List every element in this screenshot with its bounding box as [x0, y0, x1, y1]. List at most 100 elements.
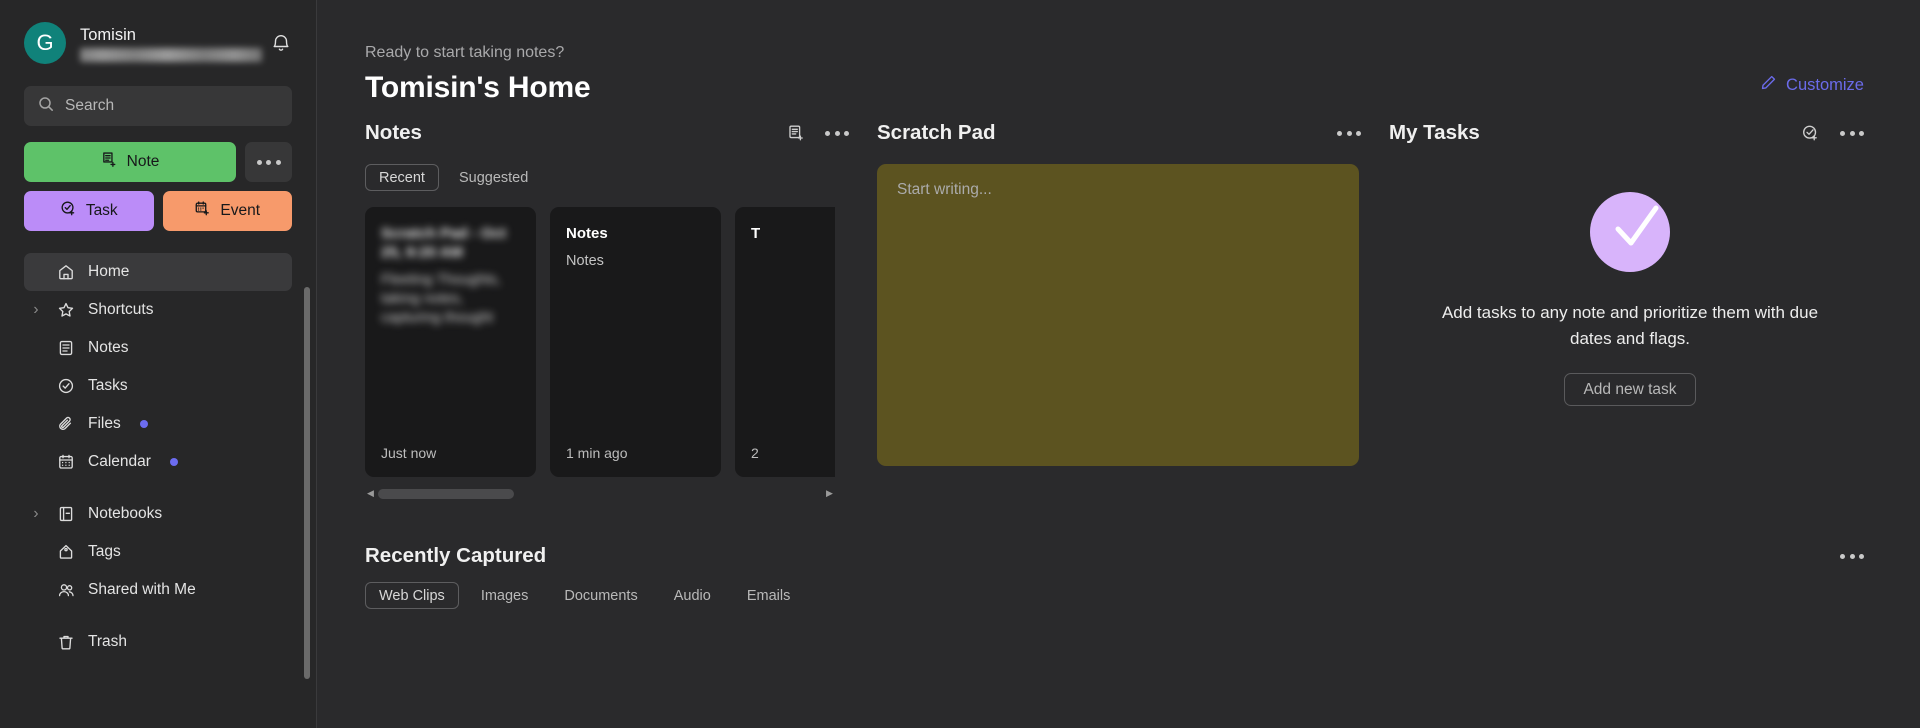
add-new-task-button[interactable]: Add new task	[1564, 373, 1696, 406]
sidebar-item-label: Shared with Me	[88, 581, 196, 598]
sidebar-item-label: Files	[88, 415, 121, 432]
unread-dot	[139, 420, 148, 428]
search-icon	[38, 96, 54, 117]
tab-documents[interactable]: Documents	[550, 582, 651, 609]
sidebar-item-label: Shortcuts	[88, 301, 154, 318]
page-header: Ready to start taking notes? Tomisin's H…	[317, 0, 1920, 118]
sidebar-item-home[interactable]: › Home	[24, 253, 292, 291]
trash-icon	[55, 633, 77, 651]
notes-cards-viewport: Scratch Pad - Oct 25, 9:20 AM Fleeting T…	[365, 207, 835, 477]
notes-panel-more-button[interactable]	[825, 130, 849, 136]
note-plus-icon	[101, 151, 118, 173]
new-note-icon[interactable]	[787, 124, 805, 142]
star-icon	[55, 301, 77, 319]
quick-actions: Note Task Event	[0, 126, 316, 231]
my-tasks-more-button[interactable]	[1840, 130, 1864, 136]
ellipsis-icon	[256, 159, 281, 165]
chevron-right-icon[interactable]: ›	[28, 505, 44, 523]
quick-actions-more-button[interactable]	[245, 142, 292, 182]
page-title: Tomisin's Home	[365, 71, 591, 104]
scrollbar-track[interactable]	[376, 488, 824, 499]
sidebar-item-notes[interactable]: › Notes	[24, 329, 292, 367]
recently-captured-panel: Recently Captured Web Clips Images Docum…	[317, 544, 1920, 609]
scratch-pad-input[interactable]: Start writing...	[877, 164, 1359, 466]
scratch-pad-placeholder: Start writing...	[897, 181, 992, 198]
paperclip-icon	[55, 415, 77, 433]
sidebar-item-label: Tasks	[88, 377, 128, 394]
my-tasks-panel: My Tasks Add tasks to any note and prior…	[1389, 118, 1920, 500]
account-email-redacted	[80, 47, 262, 62]
note-icon	[55, 339, 77, 357]
search-input[interactable]: Search	[24, 86, 292, 126]
sidebar-nav: › Home › S	[0, 253, 316, 661]
bell-icon[interactable]	[268, 30, 294, 56]
scratch-pad-more-button[interactable]	[1337, 130, 1361, 136]
customize-label: Customize	[1786, 75, 1864, 94]
app-root: G Tomisin Search Note Task Event Home › …	[0, 0, 1920, 728]
tab-web-clips[interactable]: Web Clips	[365, 582, 459, 609]
sidebar: G Tomisin Search Note Task Event Home › …	[0, 0, 317, 728]
scratch-pad-panel: Scratch Pad Start writing...	[877, 118, 1389, 500]
note-card-body: Notes	[566, 253, 604, 269]
sidebar-item-shared-with-me[interactable]: › Shared with Me	[24, 571, 292, 609]
unread-dot	[169, 458, 178, 466]
recently-captured-title: Recently Captured	[365, 544, 547, 567]
customize-button[interactable]: Customize	[1760, 74, 1864, 96]
sidebar-item-notebooks[interactable]: › Notebooks	[24, 495, 292, 533]
new-note-label: Note	[126, 153, 160, 170]
scroll-right-arrow-icon[interactable]: ▶	[824, 488, 835, 499]
recently-captured-more-button[interactable]	[1840, 553, 1864, 559]
sidebar-item-files[interactable]: › Files	[24, 405, 292, 443]
tag-icon	[55, 543, 77, 561]
my-tasks-empty-state: Add tasks to any note and prioritize the…	[1389, 192, 1871, 406]
note-card[interactable]: Notes Notes 1 min ago	[550, 207, 721, 477]
note-card-body: Fleeting Thoughts, taking notes, capturi…	[381, 272, 501, 326]
sidebar-scrollbar[interactable]	[304, 287, 310, 679]
notes-horizontal-scrollbar[interactable]: ◀ ▶	[365, 487, 835, 500]
check-circle-icon	[55, 377, 77, 395]
new-task-label: Task	[85, 202, 118, 219]
sidebar-item-calendar[interactable]: › Calendar	[24, 443, 292, 481]
check-circle-illustration	[1590, 192, 1670, 272]
calendar-icon	[55, 453, 77, 471]
tab-images[interactable]: Images	[467, 582, 543, 609]
new-event-button[interactable]: Event	[162, 191, 292, 231]
note-card-title: T	[751, 225, 761, 242]
sidebar-item-label: Notebooks	[88, 505, 163, 522]
account-row[interactable]: G Tomisin	[0, 0, 316, 64]
avatar[interactable]: G	[24, 22, 66, 64]
add-task-icon[interactable]	[1801, 124, 1820, 143]
sidebar-item-tasks[interactable]: › Tasks	[24, 367, 292, 405]
people-icon	[55, 581, 77, 600]
sidebar-item-trash[interactable]: › Trash	[24, 623, 292, 661]
new-note-button[interactable]: Note	[24, 142, 236, 182]
notes-panel: Notes Recent Suggested Scratch Pad - Oct…	[365, 118, 877, 500]
note-card-title: Scratch Pad - Oct 25, 9:20 AM	[381, 225, 507, 261]
calendar-plus-icon	[194, 200, 211, 222]
note-card-time: Just now	[381, 445, 437, 461]
search-placeholder: Search	[65, 97, 115, 114]
sidebar-item-tags[interactable]: › Tags	[24, 533, 292, 571]
notes-tabs: Recent Suggested	[365, 164, 877, 191]
scroll-left-arrow-icon[interactable]: ◀	[365, 488, 376, 499]
chevron-right-icon[interactable]: ›	[28, 301, 44, 319]
notebook-icon	[55, 505, 77, 523]
notes-cards: Scratch Pad - Oct 25, 9:20 AM Fleeting T…	[365, 207, 835, 477]
note-card[interactable]: T 2	[735, 207, 835, 477]
main-content: Ready to start taking notes? Tomisin's H…	[317, 0, 1920, 728]
tab-emails[interactable]: Emails	[733, 582, 805, 609]
new-event-label: Event	[220, 202, 261, 219]
nav-divider	[24, 609, 292, 623]
recently-captured-tabs: Web Clips Images Documents Audio Emails	[365, 582, 1920, 609]
sidebar-item-label: Tags	[88, 543, 121, 560]
note-card[interactable]: Scratch Pad - Oct 25, 9:20 AM Fleeting T…	[365, 207, 536, 477]
tab-recent[interactable]: Recent	[365, 164, 439, 191]
sidebar-item-label: Home	[88, 263, 130, 280]
tab-audio[interactable]: Audio	[660, 582, 725, 609]
new-task-button[interactable]: Task	[24, 191, 154, 231]
sidebar-item-shortcuts[interactable]: › Shortcuts	[24, 291, 292, 329]
note-card-time: 1 min ago	[566, 445, 628, 461]
tab-suggested[interactable]: Suggested	[445, 164, 542, 191]
notes-panel-header: Notes	[365, 118, 877, 148]
scrollbar-thumb[interactable]	[378, 488, 514, 499]
